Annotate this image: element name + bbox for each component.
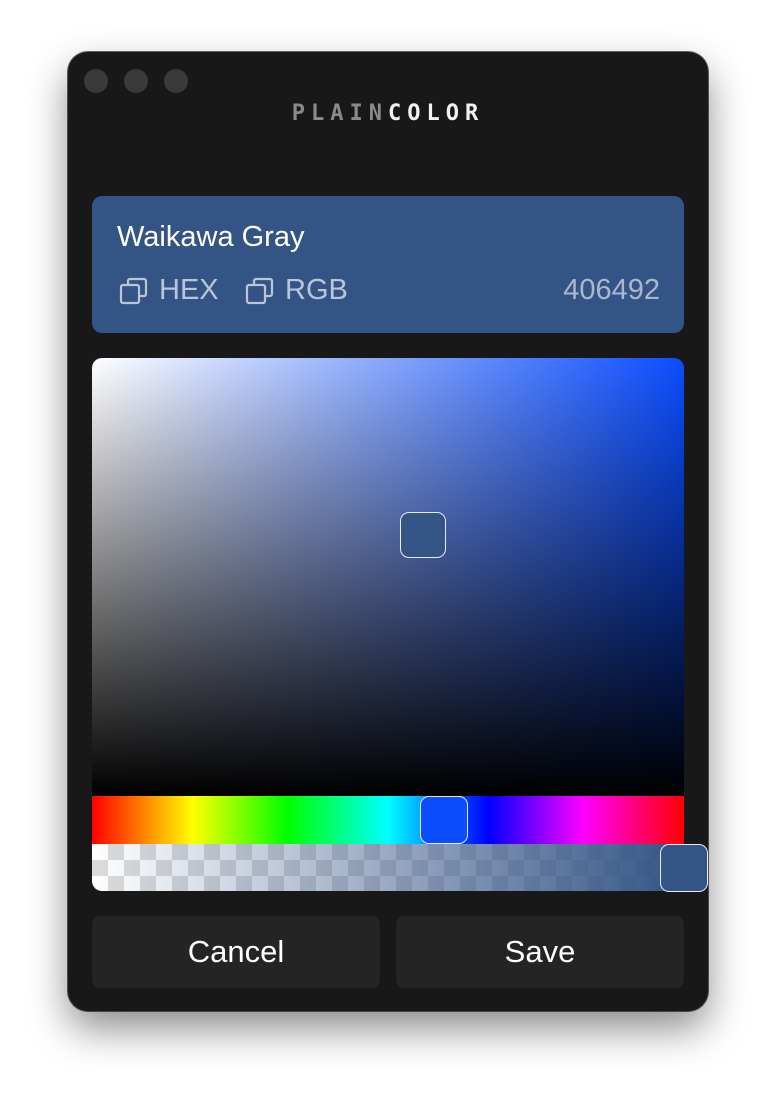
window-controls — [84, 69, 188, 93]
close-window-button[interactable] — [84, 69, 108, 93]
opacity-slider[interactable] — [92, 844, 684, 891]
copy-icon — [245, 277, 274, 304]
logo-part-color: COLOR — [388, 101, 485, 126]
copy-hex-button[interactable]: HEX — [119, 274, 219, 307]
hue-slider-handle[interactable] — [420, 796, 468, 844]
app-logo: PLAINCOLOR — [68, 101, 708, 126]
saturation-brightness-area[interactable] — [92, 358, 684, 796]
color-info-card: Waikawa Gray HEX RGB 406492 — [92, 196, 684, 333]
color-picker-window: PLAINCOLOR Waikawa Gray HEX RGB 406492 C… — [68, 52, 708, 1011]
color-picker — [92, 358, 708, 892]
copy-hex-label: HEX — [159, 274, 219, 306]
logo-part-plain: PLAIN — [291, 101, 388, 126]
zoom-window-button[interactable] — [164, 69, 188, 93]
hue-slider[interactable] — [92, 796, 684, 844]
copy-rgb-label: RGB — [285, 274, 348, 306]
save-button[interactable]: Save — [396, 916, 684, 988]
color-name: Waikawa Gray — [117, 221, 305, 253]
copy-rgb-button[interactable]: RGB — [245, 274, 348, 307]
opacity-slider-handle[interactable] — [660, 844, 708, 892]
copy-icon — [119, 277, 148, 304]
cancel-button[interactable]: Cancel — [92, 916, 380, 988]
minimize-window-button[interactable] — [124, 69, 148, 93]
saturation-brightness-handle[interactable] — [400, 512, 446, 558]
hex-value: 406492 — [563, 274, 660, 306]
